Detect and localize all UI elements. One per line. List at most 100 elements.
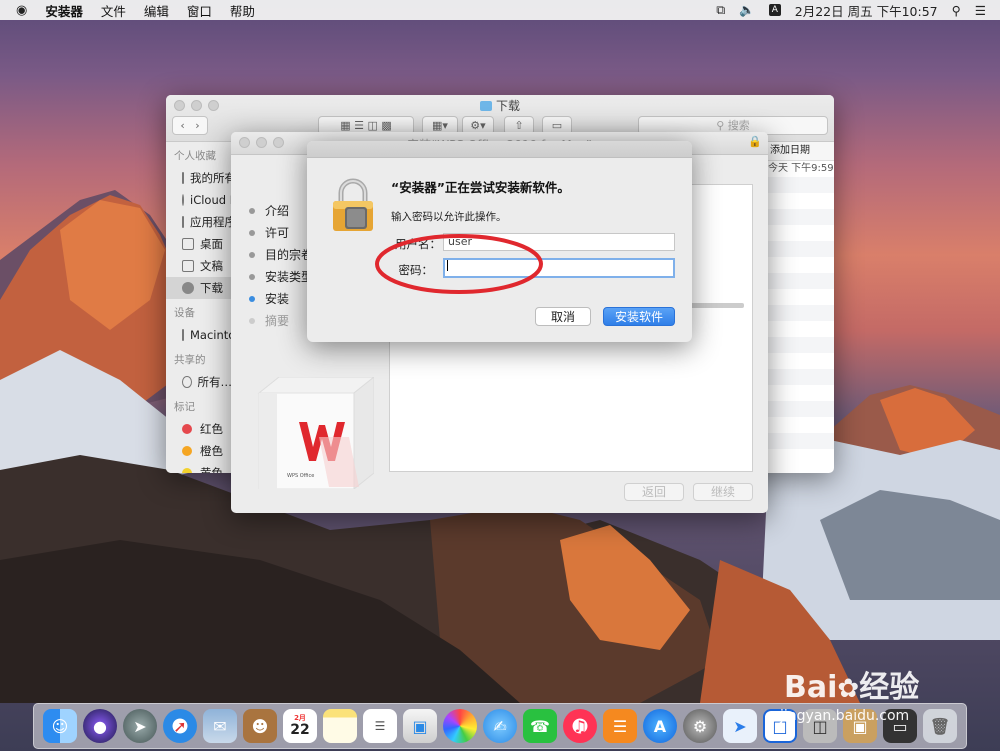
siri-dock-icon[interactable]: ● [83,709,117,743]
sidebar-item-all-shared[interactable]: 所有… [166,371,232,393]
lock-icon [331,177,375,233]
sidebar-item-all-files[interactable]: 我的所有文件 [166,167,232,189]
table-row [766,337,834,353]
mail-dock-icon[interactable]: ✉ [203,709,237,743]
books-dock-icon[interactable]: ☰ [603,709,637,743]
table-row [766,433,834,449]
step-bullet-icon [249,208,255,214]
sidebar-item-label: Macintosh HD [190,328,232,342]
file-row-date[interactable]: 今天 下午9:59 [766,161,834,177]
tag-color-dot-icon [182,424,192,434]
back-forward-buttons[interactable]: ‹ › [172,116,208,135]
tag-color-dot-icon [182,446,192,456]
table-row [766,225,834,241]
gallery-view-icon[interactable]: ▩ [381,119,391,132]
red-annotation-circle [375,234,543,294]
sidebar-item-tag-orange[interactable]: 橙色 [166,440,232,462]
continue-button[interactable]: 继续 [693,483,753,501]
sidebar-item-label: 黄色 [200,466,223,473]
step-install: 安装 [249,288,313,310]
watermark-url: jingyan.baidu.com [780,708,910,724]
installer-steps: 介绍 许可 目的宗卷 安装类型 安装 摘要 [249,200,313,332]
table-row [766,209,834,225]
music-dock-icon[interactable]: ♫ [563,709,597,743]
gear-icon: ⚙▾ [470,119,486,132]
table-row [766,321,834,337]
install-software-button[interactable]: 安装软件 [603,307,675,326]
step-bullet-icon [249,318,255,324]
messages-dock-icon[interactable]: ✍ [483,709,517,743]
reminders-dock-icon[interactable]: ☰ [363,709,397,743]
system-preferences-dock-icon[interactable]: ⚙ [683,709,717,743]
finder-dock-icon[interactable]: ☺ [43,709,77,743]
table-row [766,289,834,305]
trash-dock-icon[interactable]: 🗑 [923,709,957,743]
preview-dock-icon[interactable]: ▣ [403,709,437,743]
sidebar-item-tag-red[interactable]: 红色 [166,418,232,440]
forward-chevron-icon[interactable]: › [195,119,199,132]
finder-title: 下载 [166,97,834,114]
lock-icon: 🔒 [748,135,762,148]
notes-dock-icon[interactable] [323,709,357,743]
sidebar-item-label: 下载 [200,281,223,295]
table-row [766,417,834,433]
list-view-icon[interactable]: ☰ [354,119,364,132]
watermark-brand-text: Bai [784,670,838,705]
step-installation-type: 安装类型 [249,266,313,288]
spotlight-search-icon[interactable]: ⚲ [952,3,961,18]
globe-icon [182,376,192,388]
sidebar-item-macintosh-hd[interactable]: Macintosh HD [166,324,232,346]
sidebar-item-downloads[interactable]: 下载 [166,277,232,299]
back-chevron-icon[interactable]: ‹ [180,119,184,132]
table-row [766,241,834,257]
sidebar-item-icloud[interactable]: iCloud Drive [166,189,232,211]
column-view-icon[interactable]: ◫ [367,119,377,132]
grid-icon: ▦▾ [432,119,448,132]
table-row [766,353,834,369]
screen-mirroring-icon[interactable]: ⧉ [716,2,725,18]
watermark-brand-suffix: 经验 [859,670,920,705]
step-label: 介绍 [265,204,290,218]
sidebar-item-desktop[interactable]: 桌面 [166,233,232,255]
facetime-dock-icon[interactable]: ☎ [523,709,557,743]
sidebar-item-tag-yellow[interactable]: 黄色 [166,462,232,473]
tag-icon: ▭ [551,119,563,132]
table-row [766,273,834,289]
feishu-bird-dock-icon[interactable]: ➤ [723,709,757,743]
icon-view-icon[interactable]: ▦ [340,119,350,132]
step-introduction: 介绍 [249,200,313,222]
input-method-indicator[interactable]: A [768,4,781,16]
menu-help[interactable]: 帮助 [230,1,255,20]
photos-dock-icon[interactable] [443,709,477,743]
safari-dock-icon[interactable]: ➚ [163,709,197,743]
menu-app-name[interactable]: 安装器 [45,1,83,20]
table-row [766,369,834,385]
auth-heading: “安装器”正在尝试安装新软件。 [391,180,570,195]
sidebar-item-label: 桌面 [200,237,223,251]
menu-file[interactable]: 文件 [101,1,126,20]
cancel-button[interactable]: 取消 [535,307,591,326]
contacts-dock-icon[interactable]: ☻ [243,709,277,743]
back-button[interactable]: 返回 [624,483,684,501]
menu-clock[interactable]: 2月22日 周五 下午10:57 [795,1,938,20]
sidebar-section-shared: 共享的 [174,354,206,366]
app-store-dock-icon[interactable]: A [643,709,677,743]
step-label: 安装 [265,292,290,306]
column-header-date-added[interactable]: 添加日期 [766,142,834,161]
calendar-dock-icon[interactable]: 2月 22 [283,709,317,743]
notification-center-icon[interactable]: ☰ [975,3,986,18]
all-files-icon [182,172,184,184]
paw-icon: ✿ [837,674,860,704]
apple-menu-icon[interactable]: ◉ [16,3,27,18]
launchpad-dock-icon[interactable]: ➤ [123,709,157,743]
sidebar-item-applications[interactable]: 应用程序 [166,211,232,233]
sidebar-item-label: iCloud Drive [190,193,232,207]
menu-edit[interactable]: 编辑 [144,1,169,20]
menu-window[interactable]: 窗口 [187,1,212,20]
table-row [766,257,834,273]
table-row [766,177,834,193]
watermark-brand: Bai✿经验 [784,662,919,706]
tag-color-dot-icon [182,468,192,473]
sidebar-item-documents[interactable]: 文稿 [166,255,232,277]
volume-icon[interactable]: 🔈 [739,2,755,18]
